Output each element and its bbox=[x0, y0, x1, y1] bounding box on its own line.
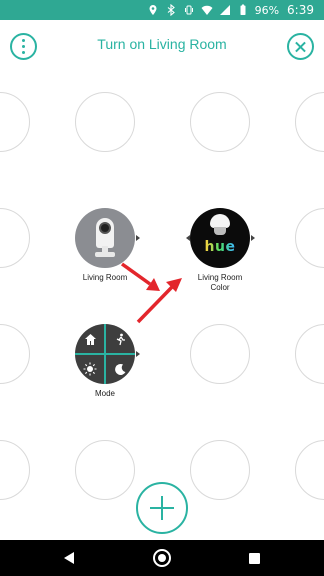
output-port-icon[interactable] bbox=[136, 235, 140, 241]
walking-person-icon bbox=[105, 324, 135, 354]
mode-node[interactable]: Mode bbox=[60, 324, 150, 399]
home-nav-icon[interactable] bbox=[153, 549, 171, 567]
status-bar: 96% 6:39 bbox=[0, 0, 324, 20]
rule-canvas: Living Room hue Living Room Color Mode bbox=[0, 72, 324, 540]
hue-logo: hue bbox=[190, 239, 250, 255]
clock: 6:39 bbox=[287, 3, 314, 17]
empty-slot[interactable] bbox=[295, 208, 324, 268]
app-header: Turn on Living Room bbox=[0, 20, 324, 72]
home-icon bbox=[75, 324, 105, 354]
connection-arrows bbox=[120, 262, 182, 324]
bluetooth-icon bbox=[167, 4, 175, 16]
signal-icon bbox=[219, 5, 230, 15]
mode-icon bbox=[75, 324, 135, 384]
battery-icon bbox=[240, 4, 246, 15]
empty-slot[interactable] bbox=[0, 208, 30, 268]
empty-slot[interactable] bbox=[295, 92, 324, 152]
empty-slot[interactable] bbox=[75, 92, 135, 152]
battery-percentage: 96% bbox=[254, 3, 280, 17]
mode-node-label: Mode bbox=[94, 389, 115, 398]
empty-slot[interactable] bbox=[190, 92, 250, 152]
empty-slot[interactable] bbox=[0, 440, 30, 500]
moon-icon bbox=[105, 354, 135, 384]
more-options-button[interactable] bbox=[10, 33, 37, 60]
output-port-icon[interactable] bbox=[251, 235, 255, 241]
empty-slot[interactable] bbox=[190, 440, 250, 500]
empty-slot[interactable] bbox=[295, 324, 324, 384]
page-title: Turn on Living Room bbox=[97, 36, 227, 52]
back-icon[interactable] bbox=[64, 552, 74, 564]
camera-device-node[interactable]: Living Room bbox=[60, 208, 150, 283]
empty-slot[interactable] bbox=[0, 92, 30, 152]
hue-bulb-icon: hue bbox=[190, 208, 250, 268]
output-port-icon[interactable] bbox=[136, 351, 140, 357]
hue-node-label: Living Room Color bbox=[197, 273, 243, 292]
input-port-icon[interactable] bbox=[186, 235, 190, 241]
navigation-bar bbox=[0, 540, 324, 576]
close-button[interactable] bbox=[287, 33, 314, 60]
nest-camera-icon bbox=[75, 208, 135, 268]
hue-light-node[interactable]: hue Living Room Color bbox=[175, 208, 265, 293]
recent-apps-icon[interactable] bbox=[249, 553, 260, 564]
more-vert-icon bbox=[22, 39, 25, 42]
camera-node-label: Living Room bbox=[82, 273, 128, 282]
wifi-icon bbox=[201, 5, 213, 15]
add-button[interactable] bbox=[136, 482, 188, 534]
empty-slot[interactable] bbox=[190, 324, 250, 384]
vibrate-icon bbox=[184, 5, 193, 15]
empty-slot[interactable] bbox=[75, 440, 135, 500]
location-icon bbox=[149, 5, 157, 15]
empty-slot[interactable] bbox=[0, 324, 30, 384]
sun-icon bbox=[75, 354, 105, 384]
empty-slot[interactable] bbox=[295, 440, 324, 500]
